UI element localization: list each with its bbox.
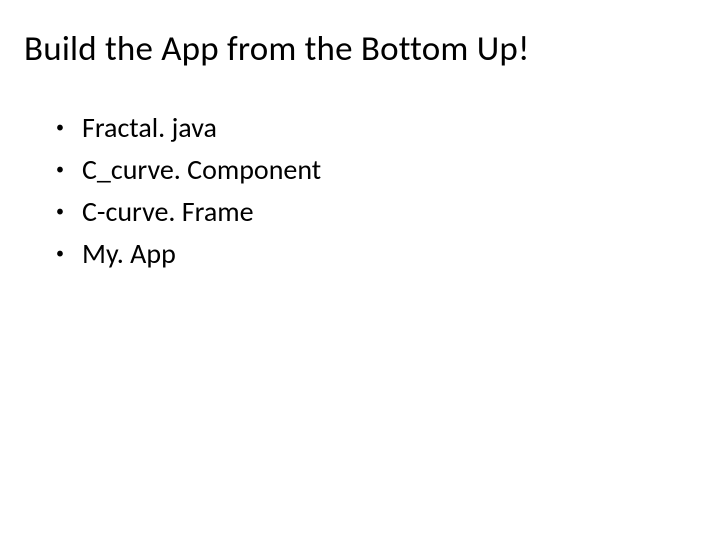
bullet-text: C-curve. Frame — [82, 194, 254, 230]
bullet-icon: • — [56, 194, 66, 230]
bullet-text: C_curve. Component — [82, 152, 321, 188]
list-item: • Fractal. java — [56, 110, 696, 146]
bullet-text: My. App — [82, 236, 176, 272]
bullet-icon: • — [56, 236, 66, 272]
list-item: • My. App — [56, 236, 696, 272]
slide-title: Build the App from the Bottom Up! — [24, 28, 696, 70]
bullet-icon: • — [56, 110, 66, 146]
bullet-list: • Fractal. java • C_curve. Component • C… — [24, 110, 696, 272]
list-item: • C_curve. Component — [56, 152, 696, 188]
bullet-text: Fractal. java — [82, 110, 217, 146]
list-item: • C-curve. Frame — [56, 194, 696, 230]
bullet-icon: • — [56, 152, 66, 188]
